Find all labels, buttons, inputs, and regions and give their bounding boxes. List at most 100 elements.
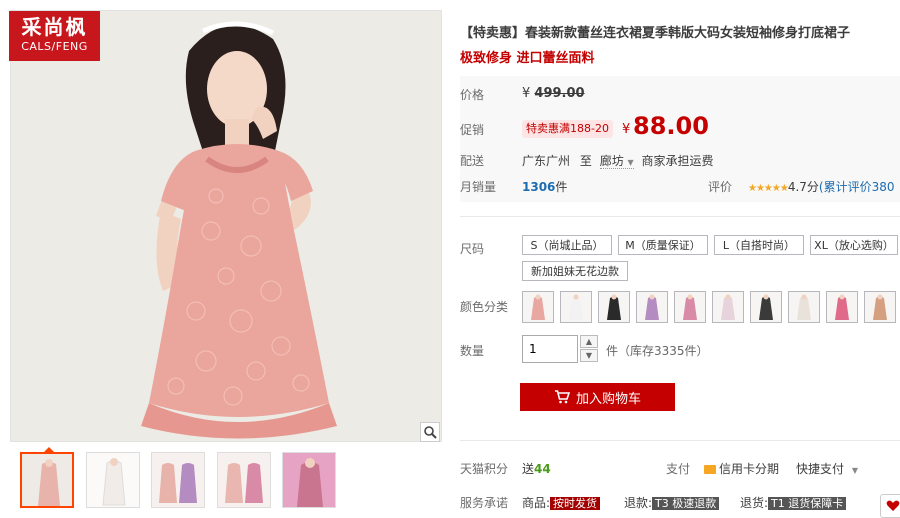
stock-info: 件（库存3335件） xyxy=(606,344,709,358)
magnifier-icon xyxy=(424,426,437,439)
quantity-label: 数量 xyxy=(460,344,485,358)
size-option-l[interactable]: L（自搭时尚） xyxy=(714,235,804,255)
service-item-prefix: 商品: xyxy=(522,496,551,510)
quantity-decrease-button[interactable]: ▼ xyxy=(580,349,598,362)
chevron-down-icon: ▼ xyxy=(585,351,593,360)
chevron-down-icon: ▼ xyxy=(627,158,634,167)
color-swatch[interactable] xyxy=(864,291,896,323)
thumbnail-5[interactable] xyxy=(282,452,336,508)
quantity-increase-button[interactable]: ▲ xyxy=(580,335,598,348)
thumbnail-2[interactable] xyxy=(86,452,140,508)
brand-logo: 采尚枫 CALS/FENG xyxy=(9,11,100,61)
thumbnail-1[interactable] xyxy=(20,452,74,508)
product-details: 【特卖惠】春装新款蕾丝连衣裙夏季韩版大码女装短袖修身打底裙子 极致修身 进口蕾丝… xyxy=(460,0,900,518)
color-swatch[interactable] xyxy=(712,291,744,323)
thumbnail-4-image xyxy=(218,453,270,507)
shipping-from: 广东广州 xyxy=(522,154,571,168)
original-price: ¥ 499.00 xyxy=(522,86,585,101)
color-swatch[interactable] xyxy=(560,291,592,323)
sales-count: 1306 xyxy=(522,180,556,194)
service-item-return: 退货: T1 退货保障卡 xyxy=(740,494,847,511)
service-item-tag: T3 极速退款 xyxy=(652,497,720,510)
price-label: 价格 xyxy=(460,88,485,102)
color-swatch[interactable] xyxy=(598,291,630,323)
destination-value: 廊坊 xyxy=(599,154,624,168)
color-swatch-image xyxy=(637,292,667,322)
cart-icon xyxy=(554,390,570,404)
quick-pay-label: 快捷支付 xyxy=(796,462,845,476)
service-item-refund: 退款: T3 极速退款 xyxy=(624,494,720,511)
size-option-s[interactable]: S（尚城止品） xyxy=(522,235,612,255)
chevron-down-icon: ▼ xyxy=(851,466,858,475)
main-product-image[interactable] xyxy=(10,10,442,442)
credit-card-installment[interactable]: 信用卡分期 xyxy=(704,460,779,477)
color-swatch[interactable] xyxy=(636,291,668,323)
shipping-info: 广东广州 至 廊坊 ▼ 商家承担运费 xyxy=(522,152,714,169)
service-item-prefix: 退款: xyxy=(624,496,653,510)
thumbnail-3[interactable] xyxy=(151,452,205,508)
color-swatch[interactable] xyxy=(674,291,706,323)
quantity-input[interactable] xyxy=(522,335,578,363)
size-label: 尺码 xyxy=(460,242,485,256)
credit-card-label: 信用卡分期 xyxy=(719,462,780,476)
original-price-value: 499.00 xyxy=(534,86,585,101)
size-option-m[interactable]: M（质量保证） xyxy=(618,235,708,255)
promo-price: 88.00 xyxy=(633,112,709,140)
service-item-tag: 按时发货 xyxy=(550,497,601,510)
divider xyxy=(460,216,900,217)
color-swatch-image xyxy=(523,292,553,322)
price-panel: 价格 ¥ 499.00 促销 特卖惠满188-20 ¥ 88.00 配送 广东广… xyxy=(460,76,900,202)
color-swatch[interactable] xyxy=(750,291,782,323)
thumbnail-4[interactable] xyxy=(217,452,271,508)
color-swatch[interactable] xyxy=(826,291,858,323)
favorite-button[interactable] xyxy=(880,494,900,518)
color-label: 颜色分类 xyxy=(460,300,509,314)
shipping-label: 配送 xyxy=(460,154,485,168)
color-swatch[interactable] xyxy=(522,291,554,323)
color-swatch[interactable] xyxy=(788,291,820,323)
promo-badge[interactable]: 特卖惠满188-20 xyxy=(522,120,613,138)
rating-comment-count: (累计评价380 xyxy=(818,180,895,194)
brand-name-cn: 采尚枫 xyxy=(21,15,88,39)
payment-label: 支付 xyxy=(666,462,691,476)
add-to-cart-label: 加入购物车 xyxy=(575,391,641,407)
color-swatch-image xyxy=(599,292,629,322)
color-swatch-image xyxy=(865,292,895,322)
brand-name-en: CALS/FENG xyxy=(21,40,88,53)
add-to-cart-button[interactable]: 加入购物车 xyxy=(520,383,675,411)
thumbnail-2-image xyxy=(87,453,139,507)
rating-summary[interactable]: ★★★★★4.7分(累计评价380 xyxy=(748,178,895,195)
tmall-points-label: 天猫积分 xyxy=(460,462,509,476)
destination-dropdown[interactable]: 廊坊 ▼ xyxy=(599,154,634,169)
product-gallery: 采尚枫 CALS/FENG xyxy=(0,0,448,516)
product-title: 【特卖惠】春装新款蕾丝连衣裙夏季韩版大码女装短袖修身打底裙子 xyxy=(460,26,851,41)
quick-pay[interactable]: 快捷支付 ▼ xyxy=(796,460,858,477)
tmall-points-prefix: 送 xyxy=(522,462,535,476)
color-swatch-image xyxy=(675,292,705,322)
promo-price-currency: ¥ xyxy=(622,122,631,137)
service-item-tag: T1 退货保障卡 xyxy=(768,497,847,510)
color-swatch-image xyxy=(751,292,781,322)
size-option-no-lace[interactable]: 新加姐妹无花边款 xyxy=(522,261,628,281)
thumbnail-1-image xyxy=(22,454,72,506)
heart-icon xyxy=(886,500,900,511)
zoom-button[interactable] xyxy=(420,422,440,442)
chevron-up-icon: ▲ xyxy=(585,337,593,346)
service-item-prefix: 退货: xyxy=(740,496,769,510)
shipping-to-word: 至 xyxy=(579,154,592,168)
color-swatch-image xyxy=(827,292,857,322)
shipping-fee: 商家承担运费 xyxy=(641,154,714,168)
rating-label: 评价 xyxy=(708,180,733,194)
promo-label: 促销 xyxy=(460,123,485,137)
service-label: 服务承诺 xyxy=(460,496,509,510)
rating-score: 4.7分 xyxy=(787,180,819,194)
thumbnail-5-image xyxy=(283,453,335,507)
color-swatch-image xyxy=(561,292,591,322)
rating-stars-icon: ★★★★★ xyxy=(748,183,789,194)
sales-label: 月销量 xyxy=(460,180,497,194)
color-swatch-image xyxy=(713,292,743,322)
original-price-currency: ¥ xyxy=(522,86,531,101)
size-option-xl[interactable]: XL（放心选购） xyxy=(810,235,898,255)
thumbnail-3-image xyxy=(152,453,204,507)
thumbnail-strip xyxy=(20,452,440,512)
